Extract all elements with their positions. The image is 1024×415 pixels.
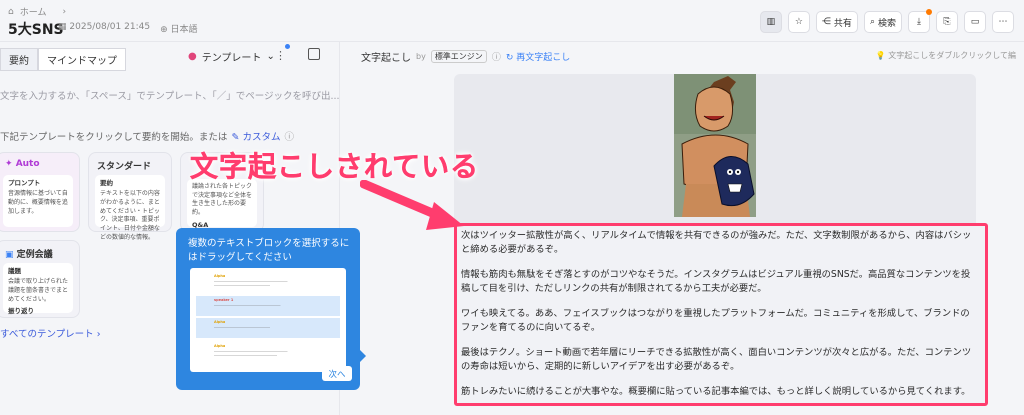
engine-badge[interactable]: 標準エンジン — [430, 50, 487, 63]
transcript-paragraph[interactable]: ワイも映えてる。ああ、フェイスブックはつながりを重視したプラットフォームだ。コミ… — [461, 307, 979, 336]
chevron-right-icon: › — [62, 6, 67, 17]
tooltip-arrow — [360, 350, 366, 362]
share-icon: ⋲ — [821, 17, 831, 27]
card-title: ▣ 定例会議 — [5, 250, 53, 260]
doc-meta: ▦ 2025/08/01 21:45 ⊕ 日本語 — [58, 22, 198, 35]
template-card-standard[interactable]: スタンダード 要約 テキストを以下の内容がわかるように、まとめてください・トピッ… — [88, 152, 172, 241]
preview-row: Alpha ――――――――――――――――――――― ――――――――――――――… — [214, 344, 288, 358]
muscle-character-image — [674, 74, 756, 217]
preview-row: speaker 1 ――――――――――――――――――― — [196, 296, 340, 316]
card-inner-text: 音源情報に基づいて自動的に、概要情報を追加します。 — [8, 190, 68, 215]
home-icon: ⌂ — [8, 6, 14, 17]
preview-row: Alpha ―――――――――――――――― — [196, 318, 340, 338]
page-title: 5大SNS — [8, 22, 64, 38]
card-body: 要約 テキストを以下の内容がわかるように、まとめてください・トピック、決定事項、… — [95, 175, 165, 241]
notification-dot — [926, 9, 932, 15]
search-icon: ⌕ — [869, 17, 875, 27]
hint-text: 下記テンプレートをクリックして要約を開始。または — [0, 132, 228, 143]
header-toolbar: ▥ ☆ ⋲ 共有 ⌕ 検索 ⤓ ⎘ ▭ ⋯ — [759, 9, 1014, 33]
editor-input[interactable]: 文字を入力するか、「スペース」でテンプレート、「／」でページックを呼び出... — [0, 88, 340, 102]
card-body: プロンプト 音源情報に基づいて自動的に、概要情報を追加します。 — [3, 175, 73, 227]
card-inner-text: テキストを以下の内容がわかるように、まとめてください・トピック、決定事項、重要ポ… — [100, 190, 160, 241]
download-button[interactable]: ⤓ — [908, 9, 932, 33]
card-body: 議論された各トピックで決定事項など全体を生き生きした形の要約。 Q&A — [187, 179, 257, 229]
share-button[interactable]: ⋲ 共有 — [815, 11, 858, 33]
share-label: 共有 — [833, 18, 852, 29]
doc-language: 日本語 — [170, 25, 198, 35]
export-button[interactable]: ⎘ — [936, 11, 958, 33]
tooltip-text: 複数のテキストブロックを選択するにはドラッグしてください — [188, 238, 350, 263]
tooltip-next-button[interactable]: 次へ — [322, 366, 352, 381]
lightbulb-icon: 💡 — [875, 51, 886, 60]
transcript-paragraph[interactable]: 最後はテクノ。ショート動画で若年層にリーチできる拡散性が高く、面白いコンテンツが… — [461, 346, 979, 375]
kebab-menu-icon[interactable]: ⋮ — [275, 49, 286, 62]
star-icon: ☆ — [794, 17, 803, 27]
search-label: 検索 — [877, 18, 896, 29]
chevron-right-icon: › — [96, 329, 101, 340]
search-button[interactable]: ⌕ 検索 — [863, 11, 902, 33]
sidebar-toggle-icon[interactable] — [308, 48, 320, 60]
card-inner-sub: 振り返り — [8, 307, 34, 316]
folder-button[interactable]: ▭ — [964, 11, 986, 33]
template-card-auto[interactable]: ✦ Auto プロンプト 音源情報に基づいて自動的に、概要情報を追加します。 — [0, 152, 80, 232]
annotation-arrow — [360, 180, 464, 230]
layout-icon: ▥ — [766, 17, 776, 27]
annotation-label: 文字起こしされている — [190, 150, 480, 183]
card-title: ✦ Auto — [5, 159, 40, 169]
magic-wand-icon: ✎ — [231, 132, 240, 143]
card-inner-title: 要約 — [100, 179, 113, 187]
drag-tooltip: 複数のテキストブロックを選択するにはドラッグしてください Alpha ――――――… — [176, 228, 366, 390]
info-icon: ⓘ — [284, 132, 294, 143]
edit-hint: 💡 文字起こしをダブルクリックして編 — [876, 50, 1016, 61]
card-title: スタンダード — [97, 162, 152, 172]
by-label: by — [416, 52, 426, 61]
tab-mindmap[interactable]: マインドマップ — [38, 48, 126, 71]
calendar-icon: ▣ — [5, 250, 14, 260]
breadcrumb-home[interactable]: ホーム — [20, 5, 47, 18]
transcript-paragraph[interactable]: 情報も筋肉も無駄をそぎ落とすのがコツやなそうだ。インスタグラムはビジュアル重視の… — [461, 268, 979, 297]
notification-dot — [285, 44, 290, 49]
transcript-highlight-box[interactable]: 次はツイッター拡散性が高く、リアルタイムで情報を共有できるのが強みだ。ただ、文字… — [454, 223, 988, 406]
chevron-down-icon: ⌄ — [266, 51, 275, 62]
all-templates-link[interactable]: すべてのテンプレート › — [0, 326, 101, 340]
template-icon: ● — [188, 51, 197, 62]
doc-date: 2025/08/01 21:45 — [69, 22, 151, 32]
tab-summary[interactable]: 要約 — [0, 48, 38, 71]
tooltip-preview-image: Alpha ――――――――――――――――――――― ――――――――――――――… — [190, 268, 346, 372]
layout-toggle-button[interactable]: ▥ — [759, 11, 782, 33]
transcript-header: 文字起こし by 標準エンジン ⓘ ↻ 再文字起こし — [361, 49, 570, 64]
card-inner-title: プロンプト — [8, 179, 41, 187]
download-icon: ⤓ — [917, 17, 921, 27]
transcript-paragraph[interactable]: 筋トレみたいに続けることが大事やな。概要欄に貼っている記事本編では、もっと詳しく… — [461, 385, 979, 399]
template-card-meeting[interactable]: ▣ 定例会議 議題 会議で取り上げられた議題を箇条書きでまとめてください。 振り… — [0, 240, 80, 318]
card-inner-text: 議論された各トピックで決定事項など全体を生き生きした形の要約。 — [192, 183, 253, 217]
card-inner-text: 会議で取り上げられた議題を箇条書きでまとめてください。 — [8, 278, 69, 303]
card-inner-title: 議題 — [8, 267, 21, 275]
edit-hint-text: 文字起こしをダブルクリックして編 — [888, 51, 1016, 60]
folder-icon: ▭ — [970, 17, 980, 27]
favorite-button[interactable]: ☆ — [787, 11, 810, 33]
card-body: 議題 会議で取り上げられた議題を箇条書きでまとめてください。 振り返り — [3, 263, 73, 316]
export-icon: ⎘ — [943, 17, 951, 27]
summary-tabs: 要約 マインドマップ — [0, 48, 126, 71]
more-icon: ⋯ — [998, 17, 1008, 27]
preview-row: Alpha ――――――――――――――――――――― ――――――――――――――… — [214, 274, 288, 288]
transcript-paragraph[interactable]: 次はツイッター拡散性が高く、リアルタイムで情報を共有できるのが強みだ。ただ、文字… — [461, 229, 979, 258]
transcript-title: 文字起こし — [361, 53, 411, 64]
more-button[interactable]: ⋯ — [992, 11, 1014, 33]
sparkle-icon: ✦ — [5, 159, 13, 169]
template-hint: 下記テンプレートをクリックして要約を開始。または ✎ カスタム ⓘ — [0, 129, 294, 143]
template-select[interactable]: ● テンプレート ⌄ — [188, 49, 275, 64]
custom-link[interactable]: ✎ カスタム — [231, 129, 280, 143]
breadcrumb[interactable]: ⌂ ホーム › — [8, 5, 67, 19]
globe-icon: ⊕ — [160, 25, 168, 35]
calendar-icon: ▦ — [58, 22, 67, 32]
retranscribe-button[interactable]: ↻ 再文字起こし — [506, 50, 570, 63]
refresh-icon: ↻ — [505, 53, 514, 63]
template-select-label: テンプレート — [201, 53, 262, 64]
info-icon: ⓘ — [491, 53, 501, 63]
